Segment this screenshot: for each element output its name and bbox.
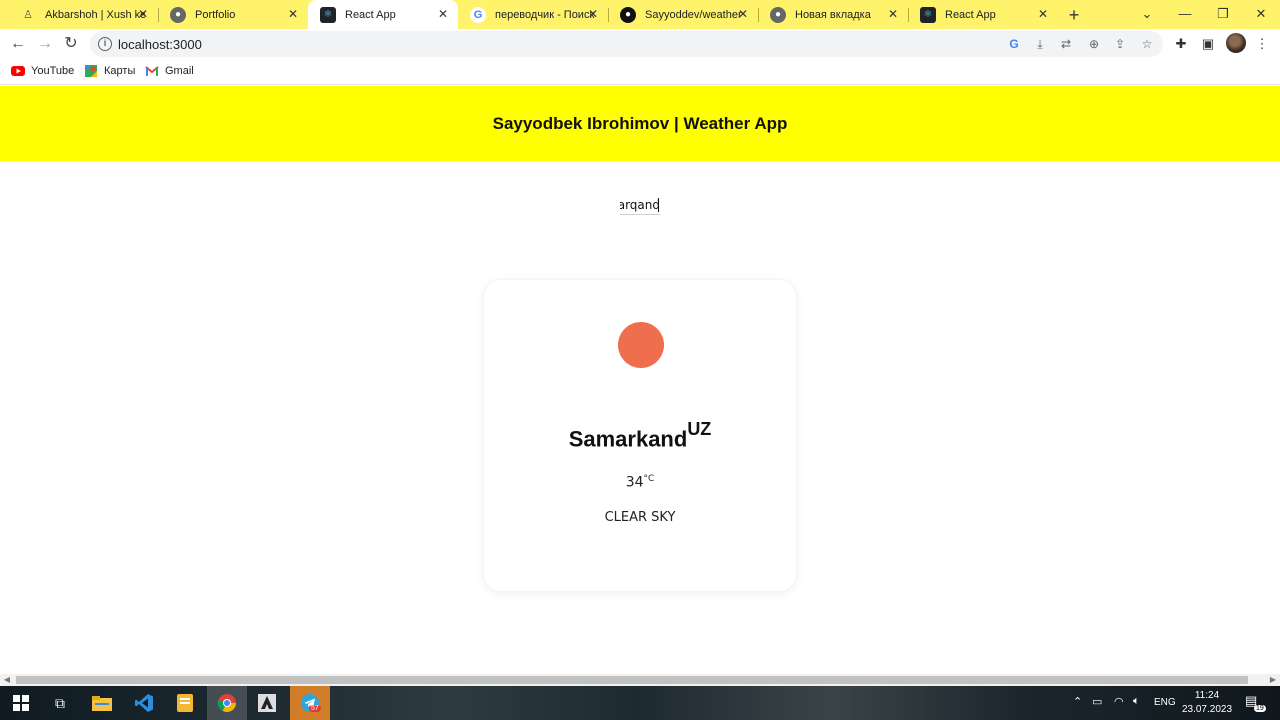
bookmark-label: YouTube <box>31 65 75 77</box>
scrollbar-thumb[interactable] <box>16 676 1248 684</box>
share-icon[interactable]: ⇪ <box>1112 36 1128 52</box>
weather-description: CLEAR SKY <box>604 510 676 525</box>
url-text: localhost:3000 <box>118 37 202 52</box>
file-explorer-icon[interactable] <box>89 690 115 716</box>
telegram-badge: 57 <box>309 705 321 712</box>
tab-title: React App <box>345 8 396 21</box>
install-app-icon[interactable]: ⤓ <box>1032 36 1048 52</box>
globe-icon: ● <box>170 6 186 23</box>
bookmark-label: Карты <box>104 65 136 77</box>
notes-app-icon[interactable] <box>172 690 198 716</box>
scroll-right-icon[interactable]: ▶ <box>1266 674 1280 686</box>
close-icon[interactable]: ✕ <box>286 7 300 21</box>
system-clock[interactable]: 11:24 23.07.2023 <box>1176 689 1238 717</box>
tab-strip: ♙ Akbarshoh | Xush kelib ✕ ● Portfolio ✕… <box>0 0 1280 29</box>
google-icon: G <box>470 6 486 23</box>
bookmark-label: Gmail <box>165 65 194 77</box>
menu-kebab-icon[interactable]: ⋮ <box>1254 36 1270 52</box>
site-info-icon[interactable]: i <box>98 37 112 51</box>
tab-new-tab[interactable]: ● Новая вкладка ✕ <box>758 0 908 29</box>
weather-card: SamarkandUZ 34°C CLEAR SKY <box>483 279 797 592</box>
react-icon: ⚛ <box>920 6 936 23</box>
profile-avatar[interactable] <box>1226 33 1246 53</box>
inkscape-icon[interactable] <box>254 690 280 716</box>
chrome-icon[interactable] <box>214 690 240 716</box>
tab-title: Sayyoddev/weather <box>645 8 742 21</box>
tab-akbarshoh[interactable]: ♙ Akbarshoh | Xush kelib ✕ <box>8 0 158 29</box>
translate-icon[interactable]: ⇄ <box>1058 36 1074 52</box>
notification-count-badge: 19 <box>1254 705 1266 712</box>
bookmark-maps[interactable]: Карты <box>84 64 135 78</box>
windows-start-icon[interactable] <box>8 690 34 716</box>
react-icon: ⚛ <box>320 6 336 23</box>
tab-portfolio[interactable]: ● Portfolio ✕ <box>158 0 308 29</box>
clock-date: 23.07.2023 <box>1181 704 1233 715</box>
battery-icon[interactable]: ▭ <box>1092 695 1102 708</box>
extensions-puzzle-icon[interactable]: ✚ <box>1173 36 1189 52</box>
restore-icon[interactable]: ❐ <box>1204 0 1242 29</box>
city-search-input[interactable] <box>620 196 660 215</box>
side-panel-icon[interactable]: ▣ <box>1200 36 1216 52</box>
google-lens-icon[interactable]: G <box>1006 36 1022 52</box>
close-icon[interactable]: ✕ <box>586 7 600 21</box>
youtube-icon <box>11 66 25 76</box>
text-caret <box>658 198 659 212</box>
bookmarks-bar: YouTube Карты Gmail <box>0 59 1280 85</box>
tab-github-weather[interactable]: ● Sayyoddev/weather ✕ <box>608 0 758 29</box>
address-bar[interactable]: i localhost:3000 G ⤓ ⇄ ⊕ ⇪ ☆ <box>90 31 1163 57</box>
telegram-icon[interactable] <box>297 690 323 716</box>
tab-title: Новая вкладка <box>795 8 871 21</box>
close-icon[interactable]: ✕ <box>1036 7 1050 21</box>
temperature: 34°C <box>484 474 796 491</box>
wifi-icon[interactable]: ◠ <box>1114 695 1124 708</box>
minimize-icon[interactable]: — <box>1166 0 1204 29</box>
tab-title: React App <box>945 8 996 21</box>
tab-title: Akbarshoh | Xush kelib <box>45 8 145 21</box>
sun-weather-icon <box>618 322 664 368</box>
tab-translator-search[interactable]: G переводчик - Поиск ✕ <box>458 0 608 29</box>
city-name: SamarkandUZ <box>484 419 796 452</box>
close-icon[interactable]: ✕ <box>736 7 750 21</box>
person-icon: ♙ <box>23 9 33 21</box>
tray-chevron-icon[interactable]: ⌃ <box>1073 695 1082 708</box>
tab-react-app-active[interactable]: ⚛ React App ✕ <box>308 0 458 29</box>
zoom-icon[interactable]: ⊕ <box>1086 36 1102 52</box>
language-indicator[interactable]: ENG <box>1154 697 1176 708</box>
app-header: Sayyodbek Ibrohimov | Weather App <box>0 86 1280 161</box>
page-title: Sayyodbek Ibrohimov | Weather App <box>492 113 788 133</box>
tab-title: переводчик - Поиск <box>495 8 595 21</box>
clock-time: 11:24 <box>1194 690 1220 701</box>
country-code: UZ <box>687 419 712 439</box>
volume-icon[interactable]: 🔈︎ <box>1133 695 1140 708</box>
bookmark-gmail[interactable]: Gmail <box>145 64 194 78</box>
maps-icon <box>85 65 97 77</box>
window-close-icon[interactable]: ✕ <box>1242 0 1280 29</box>
browser-toolbar: ← → ↻ i localhost:3000 G ⤓ ⇄ ⊕ ⇪ ☆ ✚ ▣ ⋮ <box>0 29 1280 59</box>
back-arrow-icon[interactable]: ← <box>7 33 29 55</box>
temperature-unit: °C <box>643 474 655 484</box>
tab-title: Portfolio <box>195 8 236 21</box>
task-view-icon[interactable]: ⧉ <box>47 690 73 716</box>
tab-search-chevron-icon[interactable]: ⌄ <box>1128 0 1166 29</box>
reload-icon[interactable]: ↻ <box>60 33 82 55</box>
city-label: Samarkand <box>568 426 688 452</box>
new-tab-button[interactable]: + <box>1064 5 1084 25</box>
bookmark-youtube[interactable]: YouTube <box>11 64 74 78</box>
vscode-icon[interactable] <box>131 690 157 716</box>
gmail-icon <box>145 66 159 76</box>
horizontal-scrollbar[interactable]: ◀ ▶ <box>0 674 1280 686</box>
chrome-icon: ● <box>770 6 786 23</box>
close-icon[interactable]: ✕ <box>886 7 900 21</box>
scroll-left-icon[interactable]: ◀ <box>0 674 14 686</box>
tab-react-app[interactable]: ⚛ React App ✕ <box>908 0 1058 29</box>
forward-arrow-icon[interactable]: → <box>34 33 56 55</box>
close-icon[interactable]: ✕ <box>136 7 150 21</box>
bookmark-star-icon[interactable]: ☆ <box>1139 36 1155 52</box>
github-icon: ● <box>620 6 636 23</box>
temperature-value: 34 <box>625 474 644 491</box>
windows-taskbar: ⧉ 57 ⌃ ▭ ◠ 🔈︎ ENG 11:24 23.07.2023 ▤ 19 <box>0 686 1280 720</box>
close-icon[interactable]: ✕ <box>436 7 450 21</box>
